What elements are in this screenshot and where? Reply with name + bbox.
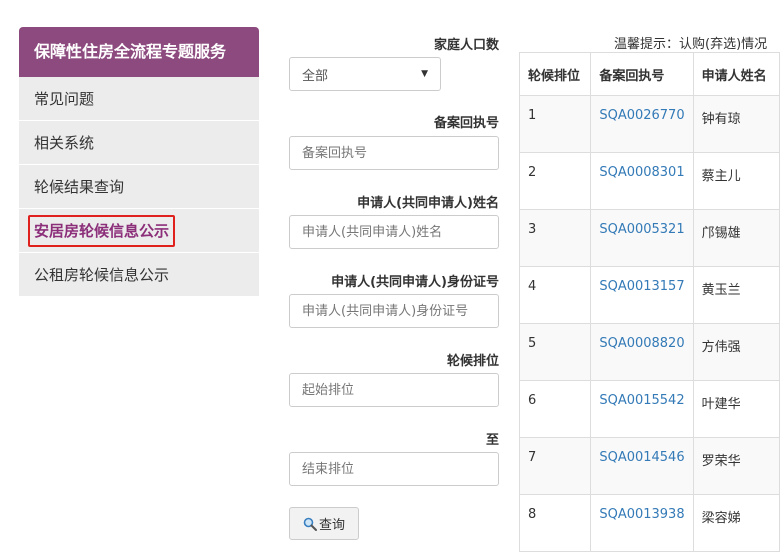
sidebar-item-public-rental-publicity[interactable]: 公租房轮候信息公示 — [19, 253, 259, 297]
household-label: 家庭人口数 — [433, 38, 499, 53]
notice-text: 温馨提示：认购(弃选)情况 — [614, 37, 768, 52]
record-label: 备案回执号 — [433, 116, 499, 131]
receipt-link[interactable]: SQA0013938 — [599, 507, 684, 522]
sidebar-title: 保障性住房全流程专题服务 — [19, 27, 259, 77]
name-cell: 邝锡雄 — [692, 209, 780, 267]
table-row: 2 SQA0008301 蔡主儿 — [518, 152, 780, 210]
receipt-cell: SQA0013157 — [590, 266, 694, 324]
table-row: 5 SQA0008820 方伟强 — [518, 323, 780, 381]
table-row: 8 SQA0013938 梁容娣 — [518, 494, 780, 552]
name-cell: 蔡主儿 — [692, 152, 780, 210]
rank-end-input[interactable] — [289, 452, 499, 486]
rank-cell: 7 — [518, 437, 592, 495]
rank-cell: 8 — [518, 494, 592, 552]
name-label: 申请人(共同申请人)姓名 — [357, 196, 499, 211]
name-cell: 罗荣华 — [692, 437, 780, 495]
sidebar-item-anju-publicity[interactable]: 安居房轮候信息公示 — [19, 209, 259, 253]
rank-cell: 5 — [518, 323, 592, 381]
result-table: 轮候排位 备案回执号 申请人姓名 1 SQA0026770 钟有琼 2 SQA0… — [518, 52, 780, 552]
receipt-cell: SQA0008301 — [590, 152, 694, 210]
sidebar-item-faq[interactable]: 常见问题 — [19, 77, 259, 121]
table-row: 4 SQA0013157 黄玉兰 — [518, 266, 780, 324]
rank-start-input[interactable] — [289, 373, 499, 407]
name-cell: 叶建华 — [692, 380, 780, 438]
receipt-link[interactable]: SQA0015542 — [599, 393, 684, 408]
col-header-receipt: 备案回执号 — [590, 52, 694, 96]
receipt-link[interactable]: SQA0013157 — [599, 279, 684, 294]
sidebar: 保障性住房全流程专题服务 常见问题 相关系统 轮候结果查询 安居房轮候信息公示 … — [19, 27, 259, 297]
id-input[interactable] — [289, 294, 499, 328]
name-cell: 黄玉兰 — [692, 266, 780, 324]
rank-cell: 3 — [518, 209, 592, 267]
name-cell: 方伟强 — [692, 323, 780, 381]
receipt-cell: SQA0008820 — [590, 323, 694, 381]
col-header-name: 申请人姓名 — [692, 52, 780, 96]
name-cell: 钟有琼 — [692, 95, 780, 153]
receipt-cell: SQA0013938 — [590, 494, 694, 552]
search-icon — [303, 517, 317, 531]
rank-cell: 1 — [518, 95, 592, 153]
col-header-rank: 轮候排位 — [518, 52, 592, 96]
table-header-row: 轮候排位 备案回执号 申请人姓名 — [518, 52, 780, 96]
sidebar-item-related-systems[interactable]: 相关系统 — [19, 121, 259, 165]
receipt-cell: SQA0015542 — [590, 380, 694, 438]
receipt-cell: SQA0026770 — [590, 95, 694, 153]
sidebar-item-result-query[interactable]: 轮候结果查询 — [19, 165, 259, 209]
table-row: 3 SQA0005321 邝锡雄 — [518, 209, 780, 267]
to-label: 至 — [485, 433, 499, 448]
name-input[interactable] — [289, 215, 499, 249]
query-button[interactable]: 查询 — [289, 507, 359, 540]
receipt-cell: SQA0014546 — [590, 437, 694, 495]
receipt-link[interactable]: SQA0026770 — [599, 108, 684, 123]
record-input[interactable] — [289, 136, 499, 170]
sidebar-item-label: 轮候结果查询 — [34, 178, 125, 196]
id-label: 申请人(共同申请人)身份证号 — [331, 275, 499, 290]
receipt-cell: SQA0005321 — [590, 209, 694, 267]
sidebar-item-label: 公租房轮候信息公示 — [34, 266, 170, 284]
table-row: 1 SQA0026770 钟有琼 — [518, 95, 780, 153]
receipt-link[interactable]: SQA0008301 — [599, 165, 684, 180]
rank-cell: 4 — [518, 266, 592, 324]
household-select[interactable]: 全部 ▼ — [289, 57, 441, 91]
rank-cell: 2 — [518, 152, 592, 210]
name-cell: 梁容娣 — [692, 494, 780, 552]
table-row: 7 SQA0014546 罗荣华 — [518, 437, 780, 495]
query-button-label: 查询 — [318, 518, 345, 533]
household-select-value: 全部 — [302, 68, 329, 84]
receipt-link[interactable]: SQA0014546 — [599, 450, 684, 465]
sidebar-item-label: 相关系统 — [34, 134, 95, 152]
sidebar-item-label: 常见问题 — [34, 90, 95, 108]
rank-label: 轮候排位 — [446, 354, 499, 369]
receipt-link[interactable]: SQA0008820 — [599, 336, 684, 351]
sidebar-item-label: 安居房轮候信息公示 — [28, 215, 176, 247]
rank-cell: 6 — [518, 380, 592, 438]
table-row: 6 SQA0015542 叶建华 — [518, 380, 780, 438]
receipt-link[interactable]: SQA0005321 — [599, 222, 684, 237]
chevron-down-icon: ▼ — [421, 69, 428, 79]
